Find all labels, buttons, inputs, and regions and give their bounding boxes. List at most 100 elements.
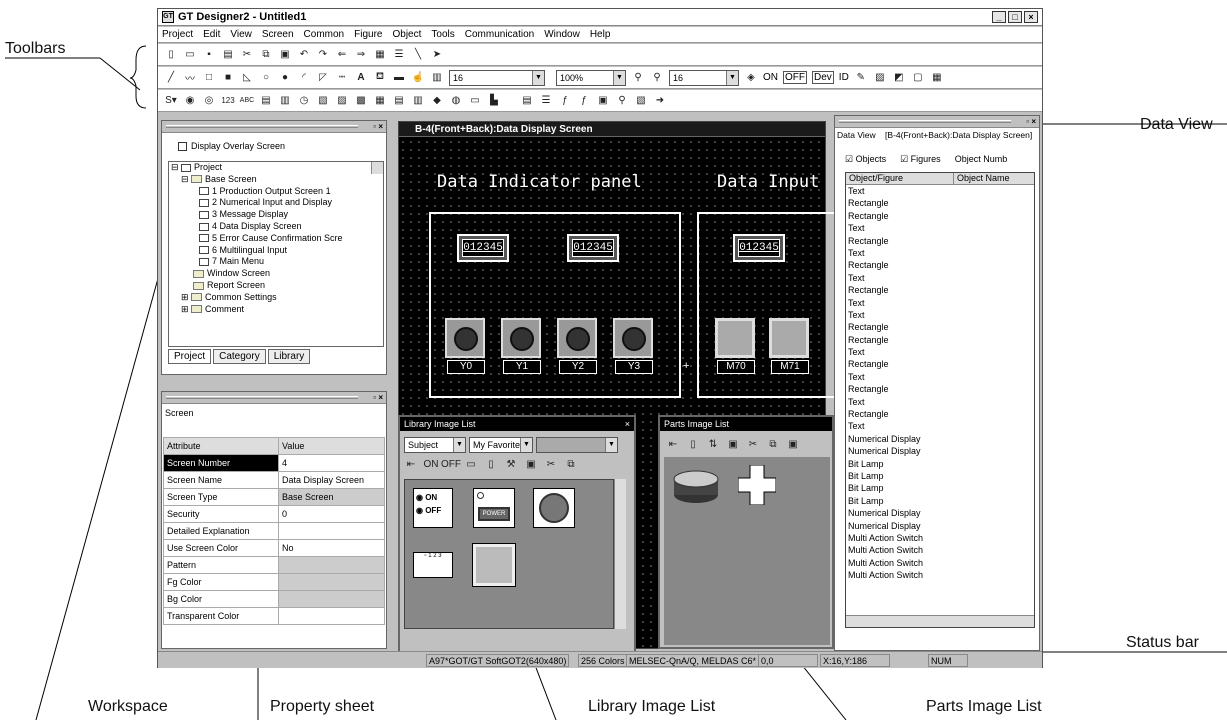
dev-toggle[interactable]: Dev bbox=[812, 71, 834, 84]
property-value[interactable] bbox=[278, 522, 385, 540]
tree-item[interactable]: 3 Message Display bbox=[169, 209, 383, 221]
multi-action-switch[interactable] bbox=[769, 318, 809, 358]
cut-icon[interactable]: ✂ bbox=[240, 48, 254, 62]
bar-graph-icon[interactable]: ▥ bbox=[411, 94, 425, 108]
maximize-button[interactable]: □ bbox=[1008, 11, 1022, 23]
cylinder-part-icon[interactable] bbox=[672, 469, 720, 505]
tree-item[interactable]: 6 Multilingual Input bbox=[169, 245, 383, 257]
col-object-figure[interactable]: Object/Figure bbox=[846, 173, 954, 184]
figures-checkbox[interactable]: ☑ Figures bbox=[900, 154, 941, 165]
text-icon[interactable]: A bbox=[354, 71, 368, 85]
bitmap-icon[interactable]: ▥ bbox=[430, 71, 444, 85]
paint-icon[interactable]: ⛾ bbox=[373, 71, 387, 85]
library-folder-icon[interactable]: ▭ bbox=[464, 457, 478, 471]
library-copy-icon[interactable]: ⧉ bbox=[564, 457, 578, 471]
data-view-row[interactable]: Text bbox=[846, 396, 1034, 408]
property-value[interactable]: 0 bbox=[278, 505, 385, 523]
tree-item[interactable]: 1 Production Output Screen 1 bbox=[169, 186, 383, 198]
polyline-icon[interactable]: 〰 bbox=[183, 71, 197, 85]
tree-item[interactable]: Report Screen bbox=[169, 280, 383, 292]
menu-screen[interactable]: Screen bbox=[262, 29, 294, 40]
data-view-row[interactable]: Rectangle bbox=[846, 321, 1034, 333]
statistics-icon[interactable]: ◆ bbox=[430, 94, 444, 108]
data-view-row[interactable]: Bit Lamp bbox=[846, 458, 1034, 470]
pattern-icon[interactable]: ▨ bbox=[873, 71, 887, 85]
line-icon[interactable]: ╱ bbox=[164, 71, 178, 85]
data-view-row[interactable]: Bit Lamp bbox=[846, 470, 1034, 482]
parts-cut-icon[interactable]: ✂ bbox=[746, 437, 760, 451]
data-view-row[interactable]: Text bbox=[846, 222, 1034, 234]
property-value[interactable] bbox=[278, 573, 385, 591]
sector-icon[interactable]: ◸ bbox=[316, 71, 330, 85]
library-cut-icon[interactable]: ✂ bbox=[544, 457, 558, 471]
property-value[interactable]: 4 bbox=[278, 454, 385, 472]
grid-icon[interactable]: ▦ bbox=[373, 48, 387, 62]
objects-checkbox[interactable]: ☑ Objects bbox=[845, 154, 886, 165]
data-view-row[interactable]: Bit Lamp bbox=[846, 495, 1034, 507]
panel-buttons-icon[interactable]: ▫ × bbox=[373, 122, 383, 131]
data-view-row[interactable]: Text bbox=[846, 309, 1034, 321]
trend-icon[interactable]: ▤ bbox=[392, 94, 406, 108]
library-item-onoff[interactable]: ◉ ON ◉ OFF bbox=[413, 488, 453, 528]
data-view-row[interactable]: Rectangle bbox=[846, 358, 1034, 370]
data-view-row[interactable]: Text bbox=[846, 247, 1034, 259]
data-view-row[interactable]: Text bbox=[846, 346, 1034, 358]
print-icon[interactable]: ▤ bbox=[221, 48, 235, 62]
library-off-icon[interactable]: OFF bbox=[441, 457, 461, 471]
font-size-select[interactable]: 16 ▼ bbox=[449, 69, 545, 86]
on-toggle[interactable]: ON bbox=[763, 72, 778, 83]
triangle-icon[interactable]: ◺ bbox=[240, 71, 254, 85]
parts-icon[interactable]: ▧ bbox=[316, 94, 330, 108]
data-view-row[interactable]: Text bbox=[846, 272, 1034, 284]
data-view-row[interactable]: Multi Action Switch bbox=[846, 569, 1034, 581]
window-icon[interactable]: ▢ bbox=[911, 71, 925, 85]
redo-icon[interactable]: ↷ bbox=[316, 48, 330, 62]
menu-edit[interactable]: Edit bbox=[203, 29, 220, 40]
level-icon[interactable]: ▭ bbox=[468, 94, 482, 108]
overlay-checkbox[interactable] bbox=[178, 142, 187, 152]
library-new-icon[interactable]: ▯ bbox=[484, 457, 498, 471]
library-item-digit-switch[interactable]: ▫ 1 2 3 bbox=[413, 552, 453, 578]
tree-item[interactable]: 7 Main Menu bbox=[169, 256, 383, 268]
col-object-name[interactable]: Object Name bbox=[954, 173, 1010, 184]
overlay-checkbox-row[interactable]: Display Overlay Screen bbox=[178, 141, 285, 152]
parts-sort-icon[interactable]: ⇅ bbox=[706, 437, 720, 451]
property-value[interactable] bbox=[278, 607, 385, 625]
tree-item[interactable]: 4 Data Display Screen bbox=[169, 221, 383, 233]
filled-rectangle-icon[interactable]: ■ bbox=[221, 71, 235, 85]
data-view-row[interactable]: Numerical Display bbox=[846, 507, 1034, 519]
switch-icon[interactable]: S▾ bbox=[164, 94, 178, 108]
tree-item[interactable]: ⊟ Project bbox=[169, 162, 383, 174]
script-icon[interactable]: ▤ bbox=[520, 94, 534, 108]
new-icon[interactable]: ▯ bbox=[164, 48, 178, 62]
library-tools-icon[interactable]: ⚒ bbox=[504, 457, 518, 471]
formula2-icon[interactable]: ƒ bbox=[577, 94, 591, 108]
parts-back-icon[interactable]: ⇤ bbox=[666, 437, 680, 451]
numerical-display[interactable]: 012345 bbox=[457, 234, 509, 262]
hand-icon[interactable]: ☝ bbox=[411, 71, 425, 85]
data-view-row[interactable]: Numerical Display bbox=[846, 433, 1034, 445]
tab-project[interactable]: Project bbox=[168, 349, 212, 364]
library-close-button[interactable]: × bbox=[625, 417, 630, 431]
library-props-icon[interactable]: ▣ bbox=[524, 457, 538, 471]
data-view-row[interactable]: Multi Action Switch bbox=[846, 544, 1034, 556]
library-item-power[interactable]: POWER bbox=[473, 488, 515, 528]
paste-icon[interactable]: ▣ bbox=[278, 48, 292, 62]
minimize-button[interactable]: _ bbox=[992, 11, 1006, 23]
numeric-display-icon[interactable]: 123 bbox=[221, 94, 235, 108]
data-view-row[interactable]: Rectangle bbox=[846, 383, 1034, 395]
library-back-icon[interactable]: ⇤ bbox=[404, 457, 418, 471]
formula-icon[interactable]: ƒ bbox=[558, 94, 572, 108]
data-view-row[interactable]: Text bbox=[846, 185, 1034, 197]
tree-item[interactable]: Window Screen bbox=[169, 268, 383, 280]
bit-lamp[interactable] bbox=[445, 318, 485, 358]
menu-tools[interactable]: Tools bbox=[431, 29, 454, 40]
menu-figure[interactable]: Figure bbox=[354, 29, 382, 40]
tree-item[interactable]: ⊟ Base Screen bbox=[169, 174, 383, 186]
circle-icon[interactable]: ○ bbox=[259, 71, 273, 85]
data-view-row[interactable]: Rectangle bbox=[846, 334, 1034, 346]
library-category-select[interactable]: Subject ▼ bbox=[404, 437, 466, 453]
multi-action-switch[interactable] bbox=[715, 318, 755, 358]
parts-paste-icon[interactable]: ▣ bbox=[786, 437, 800, 451]
lamp2-icon[interactable]: ◎ bbox=[202, 94, 216, 108]
